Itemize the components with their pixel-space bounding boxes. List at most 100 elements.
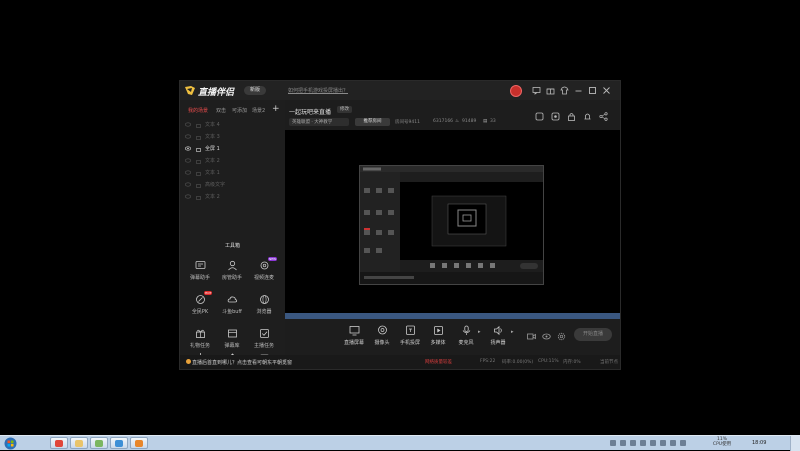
tool-buff[interactable]: 斗鱼buff — [216, 294, 248, 320]
fans-count: 6317166 — [433, 119, 454, 124]
lock-icon[interactable] — [196, 158, 201, 164]
start-live-button[interactable]: 开始直播 — [574, 328, 612, 341]
lock-icon[interactable] — [196, 170, 201, 176]
speaker-dropdown-icon[interactable]: ▸ — [511, 329, 514, 335]
scene-item[interactable]: 文本 2 — [180, 155, 285, 167]
edit-title-button[interactable]: 修改 — [337, 106, 352, 113]
logo-icon — [185, 86, 195, 95]
close-icon[interactable] — [602, 86, 611, 95]
mic-dropdown-icon[interactable]: ▸ — [478, 329, 481, 335]
visibility-icon[interactable] — [185, 134, 191, 139]
scene-item[interactable]: 高级文字 — [180, 179, 285, 191]
eye-icon[interactable] — [542, 332, 551, 341]
bell-icon[interactable] — [583, 112, 592, 121]
taskbar-app-chat[interactable] — [110, 437, 128, 449]
fps-readout: FPS:22 — [480, 359, 496, 364]
scene-label: 文本 1 — [205, 170, 220, 176]
start-button[interactable] — [4, 437, 17, 450]
notice-link[interactable]: 如何把手机游戏投屏播出？ — [288, 87, 348, 94]
status-message[interactable]: 直播后首直到哪儿？点击查看可朝东平朝觅窗 — [192, 359, 292, 366]
scene-label: 高级文字 — [205, 182, 226, 188]
gear-icon[interactable] — [557, 332, 566, 341]
taskbar-app-media[interactable] — [90, 437, 108, 449]
screen-capture-button[interactable]: 直播屏幕 — [341, 323, 367, 351]
media-button[interactable]: 多媒体 — [425, 323, 451, 351]
avatar[interactable] — [510, 85, 522, 97]
viewer-icon: ▤ — [483, 119, 488, 124]
version-badge[interactable]: 新版 — [244, 86, 266, 95]
tray-icon[interactable] — [630, 440, 636, 446]
speaker-button[interactable]: 扬声器 — [485, 323, 511, 351]
online-count: 33 — [490, 119, 496, 124]
category-selector[interactable]: 英雄联盟 · 大神教学 — [289, 118, 349, 126]
share-icon[interactable] — [599, 112, 608, 121]
gift-icon[interactable] — [546, 86, 555, 95]
add-scene-button[interactable]: + — [272, 104, 280, 114]
tool-video-link[interactable]: NEW 视频连麦 — [248, 257, 280, 286]
live-preview[interactable] — [285, 130, 620, 313]
tray-icon[interactable] — [660, 440, 666, 446]
scene-item[interactable]: 文本 2 — [180, 191, 285, 203]
bitrate-readout: 码率:0.00(0%) — [502, 360, 534, 365]
tool-host-task[interactable]: 主播任务 — [248, 328, 280, 354]
settings-icon[interactable] — [535, 112, 544, 121]
lock-icon[interactable] — [196, 182, 201, 188]
taskbar-app-explorer[interactable] — [70, 437, 88, 449]
lock-icon[interactable] — [196, 134, 201, 140]
tray-icon[interactable] — [640, 440, 646, 446]
video-settings-icon[interactable] — [527, 332, 536, 341]
message-icon[interactable] — [532, 86, 541, 95]
cpu-caption: CPU使用 — [712, 442, 732, 447]
camera-button[interactable]: 摄像头 — [369, 323, 395, 351]
fire-icon: ♨ — [455, 119, 460, 124]
phone-cast-button[interactable]: 手机投屏 — [397, 323, 423, 351]
lock-icon[interactable] — [196, 146, 201, 152]
tab-double-click[interactable]: 双击 — [216, 107, 226, 114]
scene-item[interactable]: 文本 1 — [180, 167, 285, 179]
show-desktop-button[interactable] — [790, 436, 800, 451]
minimize-icon[interactable] — [574, 86, 583, 95]
tab-scene2[interactable]: 场景2 — [252, 107, 265, 114]
tool-room-admin[interactable]: 房管助手 — [216, 260, 248, 286]
record-icon[interactable] — [551, 112, 560, 121]
node-readout: 当前节点 — [600, 360, 618, 365]
pk-icon — [195, 294, 206, 305]
tray-icon[interactable] — [650, 440, 656, 446]
maximize-icon[interactable] — [588, 86, 597, 95]
input-method-icon[interactable] — [610, 440, 616, 446]
tool-pk[interactable]: HOT 全民PK — [184, 291, 216, 320]
lock-icon[interactable] — [196, 122, 201, 128]
visibility-icon[interactable] — [185, 194, 191, 199]
lock-icon[interactable] — [196, 194, 201, 200]
microphone-button[interactable]: 麦克风 — [453, 323, 479, 351]
tab-addable[interactable]: 可添加 — [232, 107, 247, 114]
network-icon[interactable] — [670, 440, 676, 446]
scene-item[interactable]: 文本 4 — [180, 119, 285, 131]
clock[interactable]: 18:09 — [752, 440, 766, 446]
cpu-meter[interactable]: 11% CPU使用 — [707, 437, 737, 447]
scene-label: 文本 3 — [205, 134, 220, 140]
memory-readout: 内存:0% — [563, 360, 581, 365]
visibility-icon[interactable] — [185, 170, 191, 175]
tool-browser[interactable]: 浏览器 — [248, 294, 280, 320]
taskbar-app-browser[interactable] — [50, 437, 68, 449]
visibility-icon[interactable] — [185, 146, 191, 151]
visibility-icon[interactable] — [185, 122, 191, 127]
tray-icon[interactable] — [620, 440, 626, 446]
scene-item[interactable]: 文本 3 — [180, 131, 285, 143]
visibility-icon[interactable] — [185, 182, 191, 187]
visibility-icon[interactable] — [185, 158, 191, 163]
share-room-button[interactable]: 推荐房间 — [355, 118, 390, 126]
skin-icon[interactable] — [560, 86, 569, 95]
tool-danmu-lib[interactable]: 弹幕库 — [216, 328, 248, 354]
tool-label: 浏览器 — [256, 309, 272, 315]
phone-icon — [405, 325, 416, 336]
camera-icon — [377, 325, 388, 336]
volume-icon[interactable] — [680, 440, 686, 446]
tool-gift-task[interactable]: 礼物任务 — [184, 328, 216, 354]
scene-item-active[interactable]: 全屏 1 — [180, 143, 285, 155]
lock-icon[interactable] — [567, 112, 576, 121]
tab-my-scenes[interactable]: 我的场景 — [188, 107, 208, 114]
taskbar-app-live[interactable] — [130, 437, 148, 449]
tool-danmu[interactable]: 弹幕助手 — [184, 260, 216, 286]
